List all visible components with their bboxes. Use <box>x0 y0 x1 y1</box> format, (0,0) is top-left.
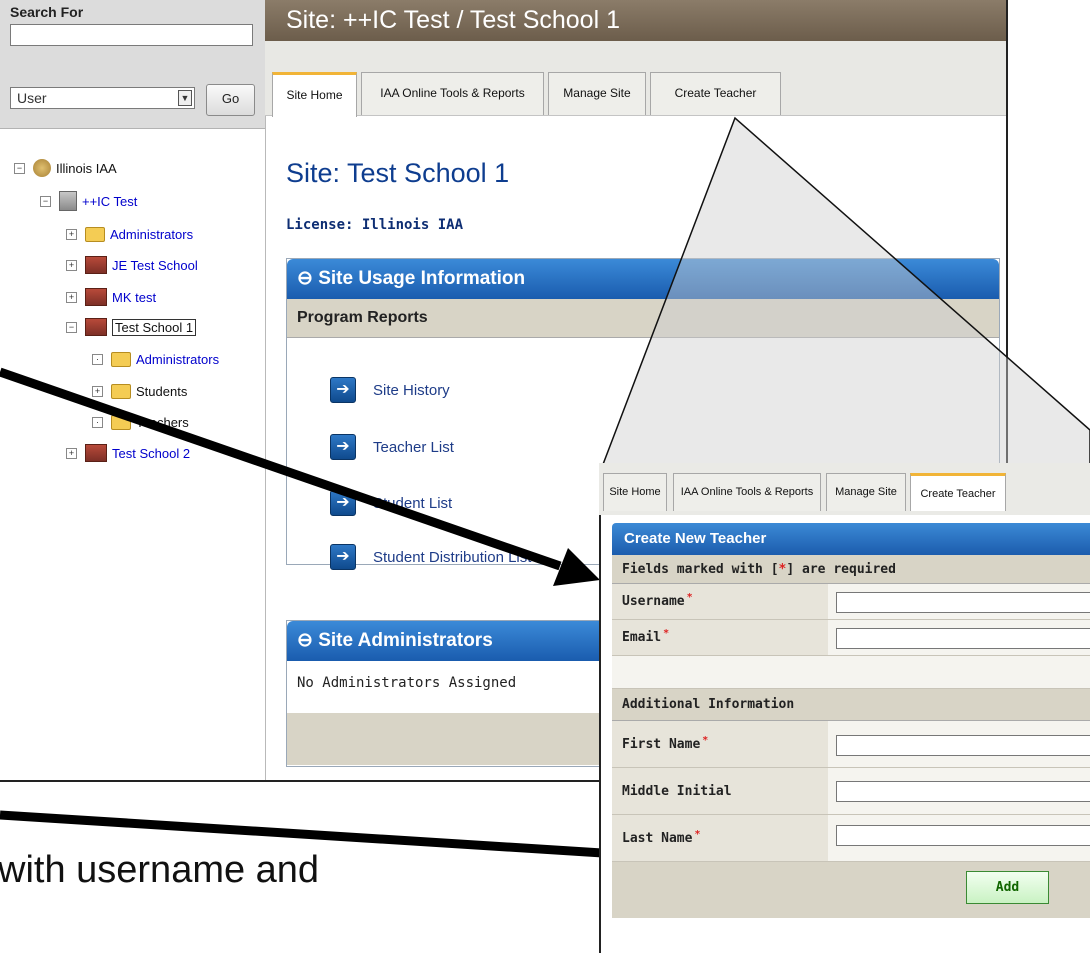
pointer-arrow-head-1 <box>553 548 600 586</box>
required-star-icon: * <box>702 734 709 746</box>
spacer-row <box>612 656 828 689</box>
first-name-field[interactable] <box>836 735 1090 756</box>
pointer-arrow-line-1 <box>0 367 562 571</box>
last-name-field[interactable] <box>836 825 1090 846</box>
add-button[interactable]: Add <box>966 871 1049 904</box>
required-fields-note: Fields marked with [*] are required <box>612 555 1090 584</box>
required-star-icon: * <box>663 628 670 639</box>
create-teacher-header: Create New Teacher <box>612 523 1090 555</box>
overlay-tab-site-home[interactable]: Site Home <box>603 473 667 511</box>
required-note-text: ] are required <box>786 562 896 577</box>
username-cell <box>828 584 1090 620</box>
required-star-icon: * <box>686 592 693 603</box>
last-name-label: Last Name * <box>612 815 828 862</box>
required-note-text: Fields marked with [ <box>622 562 779 577</box>
email-cell <box>828 620 1090 656</box>
spacer-row <box>828 656 1090 689</box>
last-name-cell <box>828 815 1090 862</box>
field-label-text: Email <box>622 630 662 645</box>
callout-wedge <box>600 116 1090 468</box>
email-field[interactable] <box>836 628 1090 649</box>
field-label-text: First Name <box>622 736 701 752</box>
field-label-text: Middle Initial <box>622 783 732 799</box>
username-label: Username * <box>612 584 828 620</box>
overlay-tab-manage-site[interactable]: Manage Site <box>826 473 906 511</box>
field-label-text: Username <box>622 594 685 609</box>
slide-caption: with username and <box>0 849 320 891</box>
middle-initial-label: Middle Initial <box>612 768 828 815</box>
first-name-cell <box>828 721 1090 768</box>
additional-information-header: Additional Information <box>612 689 1090 721</box>
middle-initial-field[interactable] <box>836 781 1090 802</box>
first-name-label: First Name * <box>612 721 828 768</box>
email-label: Email * <box>612 620 828 656</box>
middle-initial-cell <box>828 768 1090 815</box>
overlay-tab-iaa-online-tools[interactable]: IAA Online Tools & Reports <box>673 473 821 511</box>
username-field[interactable] <box>836 592 1090 613</box>
overlay-tab-create-teacher[interactable]: Create Teacher <box>910 473 1006 511</box>
required-star-icon: * <box>694 828 701 840</box>
field-label-text: Last Name <box>622 830 693 846</box>
